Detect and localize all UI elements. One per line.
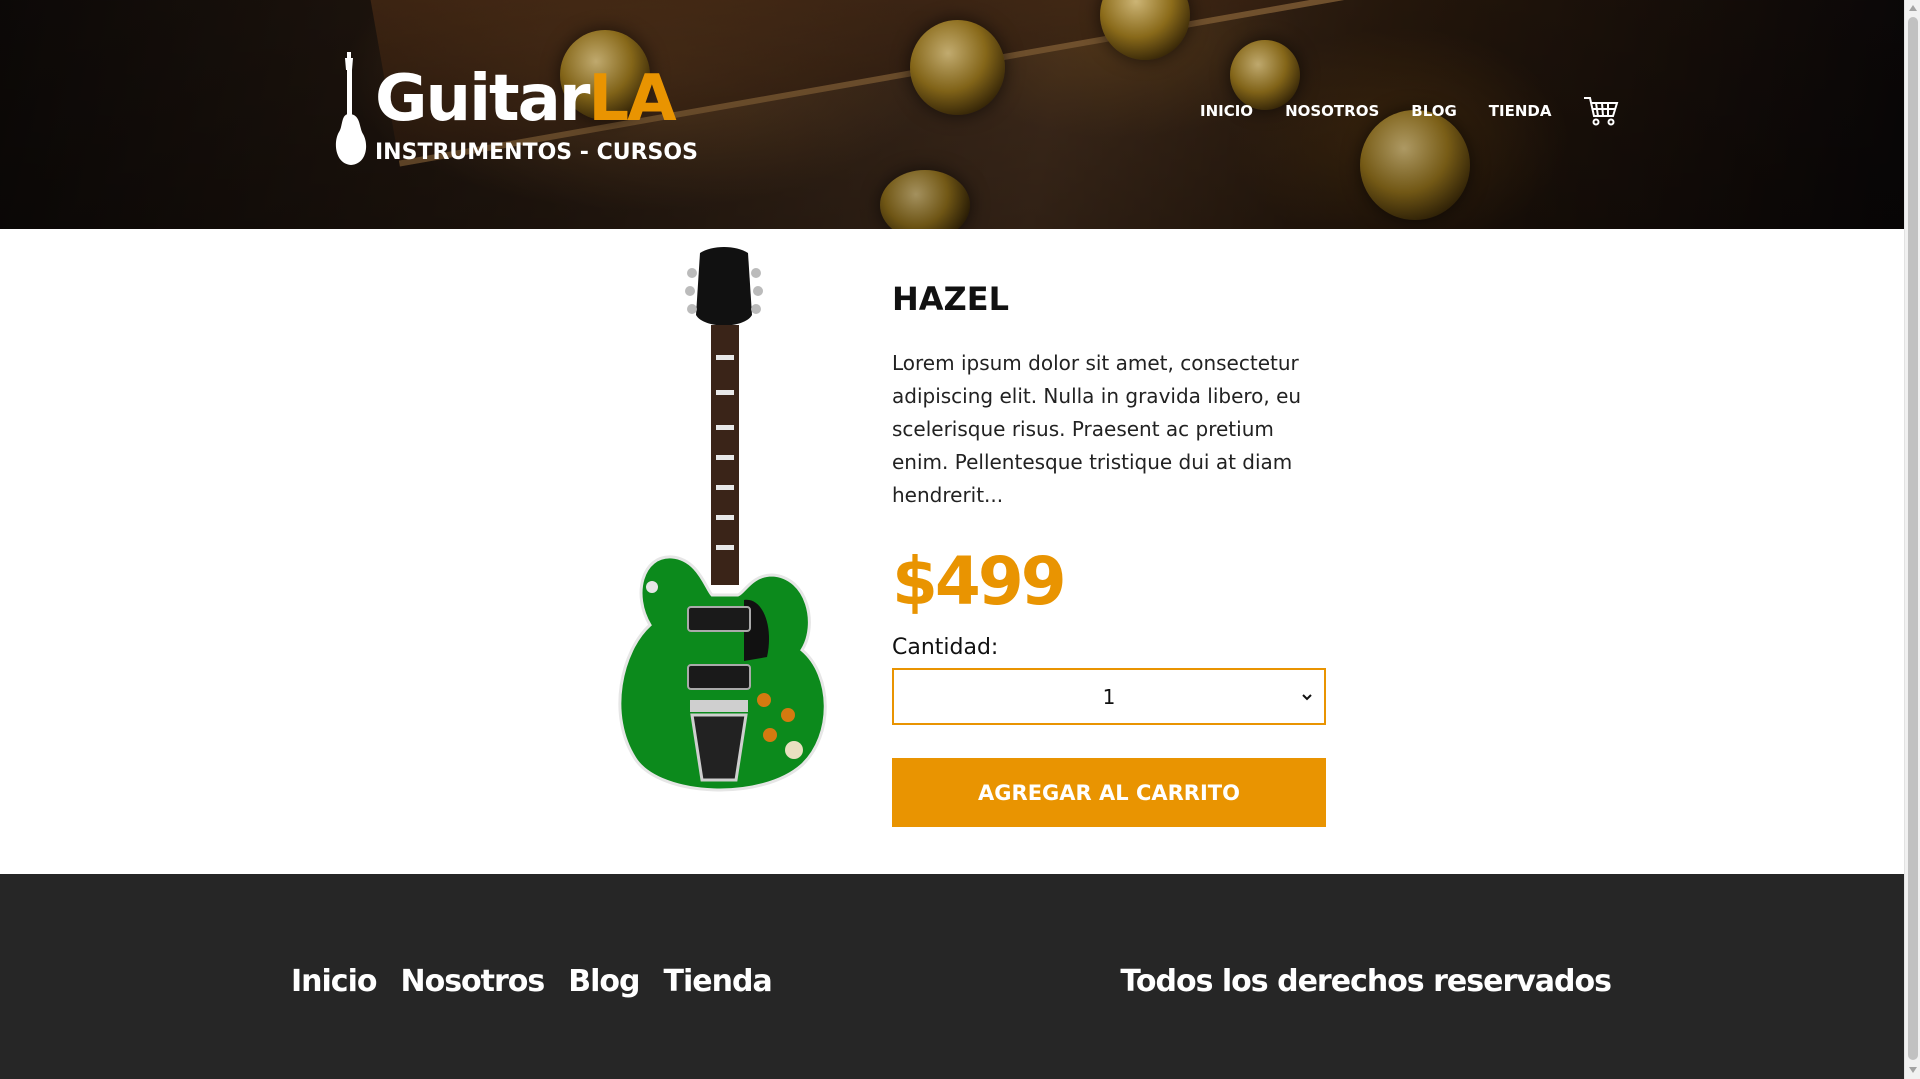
nav-blog[interactable]: BLOG	[1411, 102, 1457, 120]
page: GuitarLA INSTRUMENTOS - CURSOS INICIO NO…	[0, 0, 1920, 1079]
guitar-silhouette-icon	[335, 52, 367, 165]
footer-nav-blog[interactable]: Blog	[568, 964, 640, 999]
logo-tagline: INSTRUMENTOS - CURSOS	[375, 140, 698, 165]
scroll-up-arrow-icon[interactable]	[1909, 5, 1917, 11]
nav-tienda[interactable]: TIENDA	[1489, 102, 1552, 120]
site-logo[interactable]: GuitarLA INSTRUMENTOS - CURSOS	[333, 52, 698, 172]
site-footer: Inicio Nosotros Blog Tienda Todos los de…	[0, 874, 1904, 1079]
vertical-scrollbar[interactable]	[1904, 0, 1920, 1079]
footer-nav-inicio[interactable]: Inicio	[291, 964, 377, 999]
site-header: GuitarLA INSTRUMENTOS - CURSOS INICIO NO…	[0, 0, 1904, 229]
logo-wordmark: GuitarLA	[375, 62, 677, 136]
electric-guitar-image	[618, 247, 827, 792]
chevron-down-icon	[1302, 694, 1312, 701]
quantity-select[interactable]: 1	[892, 668, 1326, 725]
add-to-cart-button[interactable]: AGREGAR AL CARRITO	[892, 758, 1326, 827]
shopping-cart-icon[interactable]	[1583, 95, 1619, 127]
product-title: HAZEL	[892, 280, 1009, 318]
copyright-text: Todos los derechos reservados	[1120, 964, 1612, 999]
scroll-down-arrow-icon[interactable]	[1909, 1067, 1917, 1073]
footer-nav: Inicio Nosotros Blog Tienda	[291, 964, 796, 999]
main-nav: INICIO NOSOTROS BLOG TIENDA	[1200, 96, 1619, 126]
footer-nav-tienda[interactable]: Tienda	[664, 964, 773, 999]
quantity-label: Cantidad:	[892, 635, 999, 660]
footer-nav-nosotros[interactable]: Nosotros	[400, 964, 545, 999]
scrollbar-thumb[interactable]	[1908, 17, 1918, 1060]
nav-inicio[interactable]: INICIO	[1200, 102, 1253, 120]
product-price: $499	[892, 543, 1067, 620]
quantity-selected-value: 1	[1102, 684, 1116, 709]
product-description: Lorem ipsum dolor sit amet, consectetur …	[892, 351, 1302, 507]
product-details: HAZEL Lorem ipsum dolor sit amet, consec…	[892, 275, 1326, 827]
nav-nosotros[interactable]: NOSOTROS	[1285, 102, 1379, 120]
